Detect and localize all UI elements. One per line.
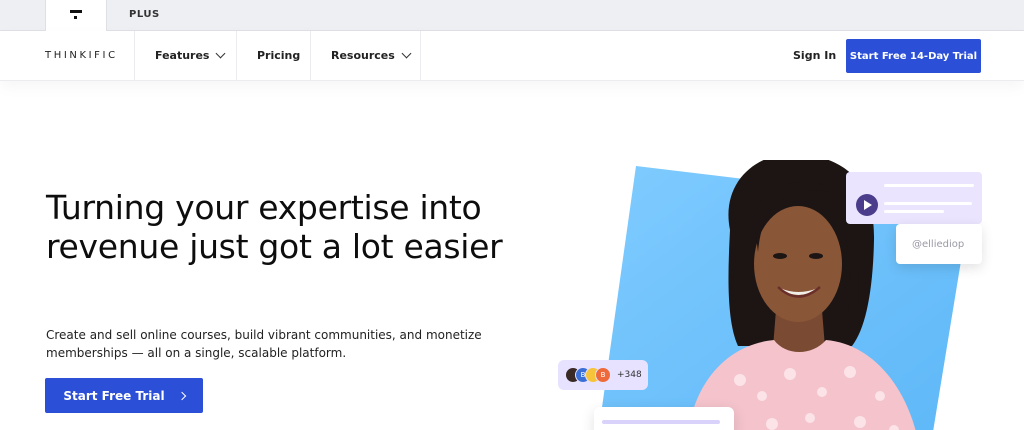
chevron-down-icon [401,48,412,59]
hero-subtitle: Create and sell online courses, build vi… [46,328,482,360]
thinkific-tab[interactable] [45,0,107,32]
cta-label: Start Free Trial [63,388,165,403]
member-count: +348 [617,370,642,380]
plus-tab[interactable]: PLUS [129,9,160,20]
play-icon [856,194,878,216]
nav-divider [236,31,237,81]
nav-item-pricing[interactable]: Pricing [257,49,300,62]
product-switcher-bar: PLUS [0,0,1024,32]
card-line [884,210,944,213]
nav-item-features[interactable]: Features [155,48,226,62]
main-nav: THINKIFIC Features Pricing Resources Sig… [0,31,1024,81]
progress-bar [602,420,720,424]
sign-in-link[interactable]: Sign In [793,49,836,62]
course-progress-card [594,407,734,430]
nav-item-resources[interactable]: Resources [331,48,412,62]
creator-handle-card: @elliediop [896,224,982,264]
start-free-14-day-trial-button[interactable]: Start Free 14-Day Trial [846,39,981,73]
brand-logo[interactable]: THINKIFIC [45,50,118,61]
community-members-pill: B B +348 [558,360,648,390]
chevron-down-icon [216,48,226,59]
start-free-trial-button[interactable]: Start Free Trial [45,378,203,413]
nav-item-label: Pricing [257,49,301,62]
card-line [884,184,974,187]
nav-divider [310,31,311,81]
hero-title: Turning your expertise into revenue just… [46,188,503,266]
card-line [884,202,972,205]
thinkific-logo-icon [70,10,84,22]
avatar: B [595,367,611,383]
chevron-right-icon [177,391,186,400]
nav-divider [420,31,421,81]
nav-divider [134,31,135,81]
video-lesson-card [846,172,982,224]
nav-item-label: Resources [331,49,395,62]
nav-item-label: Features [155,49,210,62]
